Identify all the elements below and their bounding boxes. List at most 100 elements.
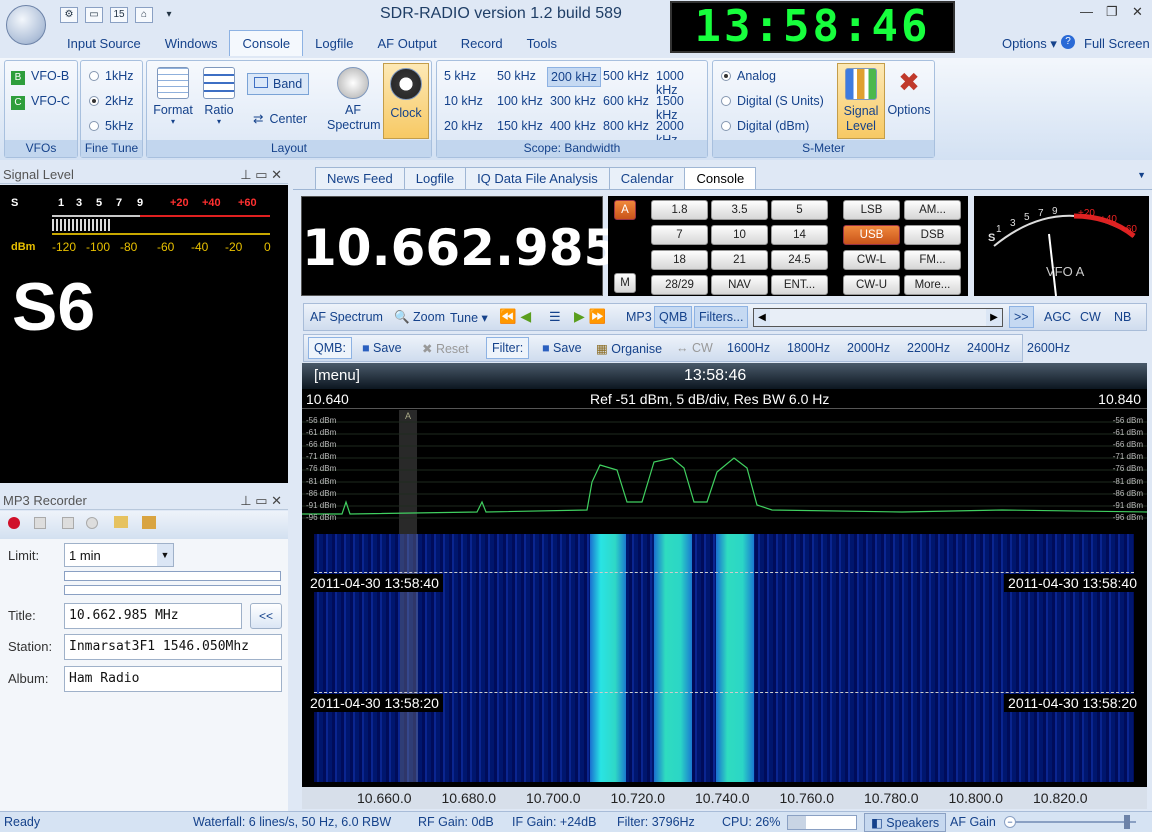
filter-cw-button[interactable]: ↔ CW <box>676 341 713 355</box>
bandwidth-500khz[interactable]: 500 kHz <box>600 67 652 85</box>
agc-button[interactable]: AGC <box>1044 310 1071 324</box>
vfo-c-button[interactable]: C VFO-C <box>11 94 70 110</box>
settings-icon[interactable]: ⚙ <box>60 7 78 23</box>
mode-button-cwu[interactable]: CW-U <box>843 275 900 295</box>
cw-button[interactable]: CW <box>1080 310 1101 324</box>
vfo-a-button[interactable]: A <box>614 200 636 220</box>
bandwidth-10khz[interactable]: 10 kHz <box>441 92 486 110</box>
tuning-scrollbar[interactable]: ◀ ▶ <box>753 308 1003 327</box>
bandwidth-50khz[interactable]: 50 kHz <box>494 67 539 85</box>
tab-calendar[interactable]: Calendar <box>608 167 686 189</box>
filter-width-1800hz[interactable]: 1800Hz <box>787 341 830 355</box>
tab-logfile[interactable]: Logfile <box>303 31 365 56</box>
band-button-35[interactable]: 3.5 <box>711 200 768 220</box>
band-button-5[interactable]: 5 <box>771 200 828 220</box>
rewind-icon[interactable] <box>62 517 74 529</box>
band-button-NAV[interactable]: NAV <box>711 275 768 295</box>
band-button-18[interactable]: 18 <box>651 250 708 270</box>
bandwidth-20khz[interactable]: 20 kHz <box>441 117 486 135</box>
filter-width-2400hz[interactable]: 2400Hz <box>967 341 1010 355</box>
back-button[interactable]: << <box>250 603 282 629</box>
nb-button[interactable]: NB <box>1114 310 1131 324</box>
qmb-save-button[interactable]: ■ Save <box>362 341 402 355</box>
fine-tune-2khz[interactable]: 2kHz <box>89 94 133 108</box>
mode-button-fm[interactable]: FM... <box>904 250 961 270</box>
format-button[interactable]: Format ▾ <box>151 67 195 126</box>
tab-console-doc[interactable]: Console <box>684 167 757 189</box>
restore-button[interactable]: ❐ <box>1106 4 1118 20</box>
filter-width-1600hz[interactable]: 1600Hz <box>727 341 770 355</box>
folder-icon[interactable] <box>114 516 128 528</box>
band-button-7[interactable]: 7 <box>651 225 708 245</box>
memory-button[interactable]: M <box>614 273 636 293</box>
band-button[interactable]: Band <box>247 73 310 95</box>
calendar-icon[interactable]: 15 <box>110 7 128 23</box>
tune-button[interactable]: Tune ▾ <box>450 310 488 325</box>
tab-record[interactable]: Record <box>449 31 515 56</box>
mode-button-cwl[interactable]: CW-L <box>843 250 900 270</box>
mp3-button[interactable]: MP3 <box>626 310 652 324</box>
close-button[interactable]: ✕ <box>1132 4 1143 20</box>
pause-icon[interactable] <box>86 517 98 529</box>
stop-icon[interactable] <box>34 517 46 529</box>
band-button-2829[interactable]: 28/29 <box>651 275 708 295</box>
settings-icon[interactable] <box>142 516 156 529</box>
station-field[interactable]: Inmarsat3F1 1546.050Mhz <box>64 634 282 660</box>
spectrum-menu-button[interactable]: [menu] <box>314 367 360 384</box>
bandwidth-600khz[interactable]: 600 kHz <box>600 92 652 110</box>
help-icon[interactable]: ? <box>1061 35 1075 49</box>
limit-select[interactable]: 1 min ▼ <box>64 543 174 567</box>
band-button-ENT[interactable]: ENT... <box>771 275 828 295</box>
nav-arrows-left-icon[interactable]: ⏪ ◀ <box>499 308 531 325</box>
bandwidth-800khz[interactable]: 800 kHz <box>600 117 652 135</box>
bandwidth-5khz[interactable]: 5 kHz <box>441 67 479 85</box>
bandwidth-300khz[interactable]: 300 kHz <box>547 92 599 110</box>
af-gain-slider[interactable]: − <box>1004 815 1144 829</box>
home-icon[interactable]: ⌂ <box>135 7 153 23</box>
tab-windows[interactable]: Windows <box>153 31 230 56</box>
qmb-reset-button[interactable]: ✖ Reset <box>422 341 469 356</box>
filter-save-button[interactable]: ■ Save <box>542 341 582 355</box>
smeter-options-button[interactable]: ✖ Options <box>887 67 931 117</box>
more-tools-button[interactable]: >> <box>1009 306 1034 328</box>
af-spectrum-button[interactable]: AF Spectrum <box>327 67 381 133</box>
list-icon[interactable]: ☰ <box>549 309 561 325</box>
smeter-analog[interactable]: Analog <box>721 69 776 83</box>
af-spectrum-toggle[interactable]: AF Spectrum <box>310 310 383 324</box>
bandwidth-150khz[interactable]: 150 kHz <box>494 117 546 135</box>
window-icon[interactable]: ▭ <box>85 7 103 23</box>
smeter-digital-s[interactable]: Digital (S Units) <box>721 94 824 108</box>
mode-button-dsb[interactable]: DSB <box>904 225 961 245</box>
filter-width-2000hz[interactable]: 2000Hz <box>847 341 890 355</box>
fine-tune-5khz[interactable]: 5kHz <box>89 119 133 133</box>
band-button-10[interactable]: 10 <box>711 225 768 245</box>
filter-width-2200hz[interactable]: 2200Hz <box>907 341 950 355</box>
minimize-button[interactable]: — <box>1080 4 1093 19</box>
band-button-245[interactable]: 24.5 <box>771 250 828 270</box>
af-gain-thumb[interactable] <box>1124 815 1130 829</box>
bandwidth-100khz[interactable]: 100 kHz <box>494 92 546 110</box>
scroll-right-icon[interactable]: ▶ <box>986 309 1002 326</box>
filters-button[interactable]: Filters... <box>694 306 749 328</box>
center-button[interactable]: ⇄ Center <box>253 111 307 126</box>
mode-button-am[interactable]: AM... <box>904 200 961 220</box>
album-field[interactable]: Ham Radio <box>64 666 282 692</box>
qat-dropdown-icon[interactable]: ▾ <box>160 8 178 24</box>
tab-logfile-doc[interactable]: Logfile <box>403 167 467 189</box>
full-screen-button[interactable]: Full Screen <box>1084 36 1150 51</box>
tab-af-output[interactable]: AF Output <box>365 31 448 56</box>
options-menu[interactable]: Options ▾ <box>1002 36 1057 52</box>
tab-tools[interactable]: Tools <box>515 31 569 56</box>
mode-button-usb[interactable]: USB <box>843 225 900 245</box>
speakers-button[interactable]: ◧ Speakers <box>864 813 947 832</box>
tab-news-feed[interactable]: News Feed <box>315 167 405 189</box>
bandwidth-200khz[interactable]: 200 kHz <box>547 67 601 87</box>
signal-level-button[interactable]: Signal Level <box>837 63 885 139</box>
mode-button-lsb[interactable]: LSB <box>843 200 900 220</box>
mode-button-more[interactable]: More... <box>904 275 961 295</box>
filter-width-2600hz[interactable]: 2600Hz <box>1027 341 1070 355</box>
title-field[interactable]: 10.662.985 MHz <box>64 603 242 629</box>
record-icon[interactable] <box>8 517 20 529</box>
tab-console[interactable]: Console <box>229 30 304 56</box>
band-button-14[interactable]: 14 <box>771 225 828 245</box>
